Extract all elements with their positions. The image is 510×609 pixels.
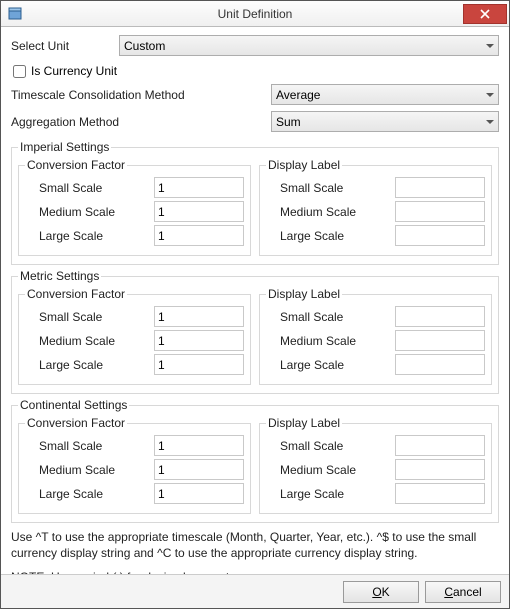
large-scale-label: Large Scale	[25, 358, 154, 372]
window-title: Unit Definition	[1, 7, 509, 21]
medium-scale-label: Medium Scale	[266, 334, 395, 348]
small-scale-label: Small Scale	[25, 439, 154, 453]
imperial-conv-small-input[interactable]	[154, 177, 244, 198]
titlebar: Unit Definition	[1, 1, 509, 27]
imperial-disp-small-input[interactable]	[395, 177, 485, 198]
is-currency-label: Is Currency Unit	[31, 64, 117, 78]
small-scale-label: Small Scale	[25, 310, 154, 324]
metric-legend: Metric Settings	[18, 269, 101, 283]
imperial-legend: Imperial Settings	[18, 140, 111, 154]
continental-conv-medium-input[interactable]	[154, 459, 244, 480]
small-scale-label: Small Scale	[266, 310, 395, 324]
large-scale-label: Large Scale	[266, 229, 395, 243]
metric-conv-small-input[interactable]	[154, 306, 244, 327]
small-scale-label: Small Scale	[266, 439, 395, 453]
timescale-method-combo[interactable]: Average	[271, 84, 499, 105]
ok-button[interactable]: OK	[343, 581, 419, 603]
continental-display-group: Display Label Small Scale Medium Scale L…	[259, 416, 492, 514]
help-note-1: Use ^T to use the appropriate timescale …	[11, 529, 499, 561]
chevron-down-icon	[486, 93, 494, 97]
content-area: Select Unit Custom Is Currency Unit Time…	[1, 27, 509, 574]
metric-disp-small-input[interactable]	[395, 306, 485, 327]
medium-scale-label: Medium Scale	[266, 205, 395, 219]
app-icon	[7, 6, 23, 22]
medium-scale-label: Medium Scale	[266, 463, 395, 477]
large-scale-label: Large Scale	[266, 358, 395, 372]
metric-conv-large-input[interactable]	[154, 354, 244, 375]
timescale-method-label: Timescale Consolidation Method	[11, 88, 271, 102]
dialog-footer: OK Cancel	[1, 574, 509, 608]
large-scale-label: Large Scale	[266, 487, 395, 501]
metric-display-group: Display Label Small Scale Medium Scale L…	[259, 287, 492, 385]
medium-scale-label: Medium Scale	[25, 334, 154, 348]
imperial-conversion-group: Conversion Factor Small Scale Medium Sca…	[18, 158, 251, 256]
metric-disp-legend: Display Label	[266, 287, 342, 301]
aggregation-method-label: Aggregation Method	[11, 115, 271, 129]
aggregation-method-combo[interactable]: Sum	[271, 111, 499, 132]
continental-disp-large-input[interactable]	[395, 483, 485, 504]
aggregation-method-value: Sum	[276, 115, 301, 129]
large-scale-label: Large Scale	[25, 487, 154, 501]
continental-settings-group: Continental Settings Conversion Factor S…	[11, 398, 499, 523]
metric-settings-group: Metric Settings Conversion Factor Small …	[11, 269, 499, 394]
metric-conv-medium-input[interactable]	[154, 330, 244, 351]
select-unit-combo[interactable]: Custom	[119, 35, 499, 56]
imperial-display-group: Display Label Small Scale Medium Scale L…	[259, 158, 492, 256]
imperial-disp-legend: Display Label	[266, 158, 342, 172]
imperial-conv-large-input[interactable]	[154, 225, 244, 246]
imperial-settings-group: Imperial Settings Conversion Factor Smal…	[11, 140, 499, 265]
cancel-button[interactable]: Cancel	[425, 581, 501, 603]
imperial-conv-legend: Conversion Factor	[25, 158, 127, 172]
continental-disp-medium-input[interactable]	[395, 459, 485, 480]
small-scale-label: Small Scale	[266, 181, 395, 195]
imperial-disp-large-input[interactable]	[395, 225, 485, 246]
chevron-down-icon	[486, 120, 494, 124]
timescale-method-value: Average	[276, 88, 320, 102]
large-scale-label: Large Scale	[25, 229, 154, 243]
continental-disp-legend: Display Label	[266, 416, 342, 430]
small-scale-label: Small Scale	[25, 181, 154, 195]
continental-conv-large-input[interactable]	[154, 483, 244, 504]
imperial-conv-medium-input[interactable]	[154, 201, 244, 222]
continental-conv-small-input[interactable]	[154, 435, 244, 456]
metric-disp-large-input[interactable]	[395, 354, 485, 375]
metric-conversion-group: Conversion Factor Small Scale Medium Sca…	[18, 287, 251, 385]
chevron-down-icon	[486, 44, 494, 48]
medium-scale-label: Medium Scale	[25, 463, 154, 477]
is-currency-checkbox[interactable]	[13, 65, 26, 78]
metric-disp-medium-input[interactable]	[395, 330, 485, 351]
metric-conv-legend: Conversion Factor	[25, 287, 127, 301]
select-unit-label: Select Unit	[11, 39, 119, 53]
close-button[interactable]	[463, 4, 507, 24]
continental-disp-small-input[interactable]	[395, 435, 485, 456]
unit-definition-dialog: Unit Definition Select Unit Custom Is Cu…	[0, 0, 510, 609]
continental-legend: Continental Settings	[18, 398, 129, 412]
medium-scale-label: Medium Scale	[25, 205, 154, 219]
continental-conversion-group: Conversion Factor Small Scale Medium Sca…	[18, 416, 251, 514]
imperial-disp-medium-input[interactable]	[395, 201, 485, 222]
select-unit-value: Custom	[124, 39, 165, 53]
continental-conv-legend: Conversion Factor	[25, 416, 127, 430]
